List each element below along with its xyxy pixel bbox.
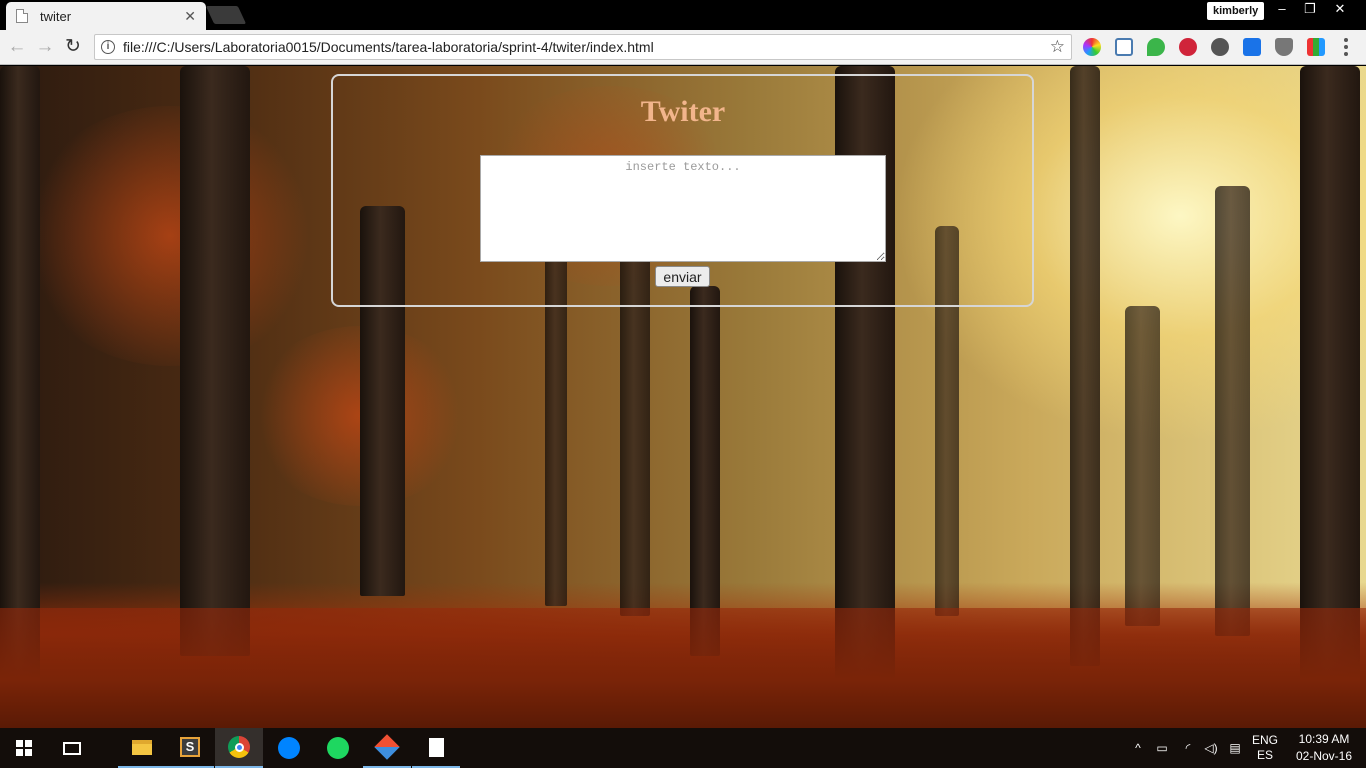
messenger-taskbar-item[interactable] — [265, 728, 313, 768]
git-taskbar-item[interactable] — [363, 728, 411, 768]
notification-icon[interactable]: ▤ — [1225, 728, 1245, 768]
tree-trunk — [1125, 306, 1160, 626]
flag-extension-icon[interactable] — [1307, 38, 1325, 56]
start-button[interactable] — [0, 728, 48, 768]
back-arrow-icon[interactable]: ← — [4, 34, 30, 60]
language-code: ENG — [1251, 733, 1278, 747]
sublime-taskbar-item[interactable]: S — [166, 728, 214, 768]
chevron-up-icon[interactable]: ^ — [1130, 728, 1146, 768]
browser-menu-icon[interactable] — [1340, 37, 1352, 57]
clock-date: 02-Nov-16 — [1295, 749, 1353, 763]
page-icon — [16, 9, 28, 23]
git-icon — [374, 734, 400, 760]
send-button[interactable]: enviar — [655, 266, 710, 287]
keyboard-layout: ES — [1256, 748, 1273, 762]
tree-trunk — [1215, 186, 1250, 636]
language-indicator[interactable]: ENG ES — [1248, 728, 1282, 768]
tree-trunk — [1300, 66, 1360, 681]
address-text[interactable]: file:///C:/Users/Laboratoria0015/Documen… — [123, 39, 654, 55]
browser-titlebar: twiter ✕ kimberly – ❐ ✕ — [0, 0, 1366, 30]
minimize-icon[interactable]: – — [1268, 0, 1296, 18]
address-bar[interactable]: i file:///C:/Users/Laboratoria0015/Docum… — [94, 34, 1072, 60]
new-tab-button[interactable] — [205, 6, 247, 24]
windows-taskbar: S ^ ▭ ◜ ◁) ▤ ENG ES 10:39 AM 02-Nov-16 — [0, 728, 1366, 768]
screenshot-extension-icon[interactable] — [1115, 38, 1133, 56]
messenger-icon — [278, 737, 300, 759]
chrome-icon — [228, 736, 250, 758]
tree-trunk — [690, 286, 720, 656]
info-icon[interactable]: i — [101, 40, 115, 54]
clock[interactable]: 10:39 AM 02-Nov-16 — [1288, 728, 1360, 768]
shield-extension-icon[interactable] — [1275, 38, 1293, 56]
browser-tab[interactable]: twiter ✕ — [6, 2, 206, 30]
reload-icon[interactable]: ↻ — [60, 34, 86, 60]
tree-trunk — [0, 66, 40, 696]
bookmark-star-icon[interactable]: ☆ — [1050, 37, 1065, 57]
close-tab-icon[interactable]: ✕ — [184, 8, 196, 25]
folder-icon — [132, 739, 152, 755]
task-view-button[interactable] — [48, 728, 96, 768]
color-wheel-extension-icon[interactable] — [1083, 38, 1101, 56]
spotify-icon — [327, 737, 349, 759]
file-explorer-taskbar-item[interactable] — [118, 728, 166, 768]
windows-logo-icon — [16, 740, 32, 756]
volume-icon[interactable]: ◁) — [1201, 728, 1221, 768]
wifi-icon[interactable]: ◜ — [1178, 728, 1198, 768]
sublime-text-icon: S — [180, 737, 200, 757]
tweet-textarea[interactable] — [480, 155, 886, 262]
document-icon — [428, 737, 444, 757]
tree-trunk — [1070, 66, 1100, 666]
close-window-icon[interactable]: ✕ — [1326, 0, 1354, 18]
clock-time: 10:39 AM — [1298, 732, 1350, 746]
tab-title: twiter — [40, 8, 72, 24]
restore-icon[interactable]: ❐ — [1296, 0, 1324, 18]
notepad-taskbar-item[interactable] — [412, 728, 460, 768]
profile-button[interactable]: kimberly — [1207, 2, 1265, 20]
foliage — [20, 106, 320, 366]
forward-arrow-icon[interactable]: → — [32, 34, 58, 60]
leaf-covered-ground — [0, 608, 1366, 728]
task-view-icon — [63, 741, 81, 755]
tree-trunk — [180, 66, 250, 656]
evernote-extension-icon[interactable] — [1147, 38, 1165, 56]
page-title: Twiter — [640, 95, 726, 128]
screen-share-extension-icon[interactable] — [1243, 38, 1261, 56]
chrome-taskbar-item[interactable] — [215, 728, 263, 768]
spotify-taskbar-item[interactable] — [314, 728, 362, 768]
browser-toolbar: ← → ↻ i file:///C:/Users/Laboratoria0015… — [0, 30, 1366, 65]
battery-icon[interactable]: ▭ — [1152, 728, 1172, 768]
globe-extension-icon[interactable] — [1211, 38, 1229, 56]
pinterest-extension-icon[interactable] — [1179, 38, 1197, 56]
